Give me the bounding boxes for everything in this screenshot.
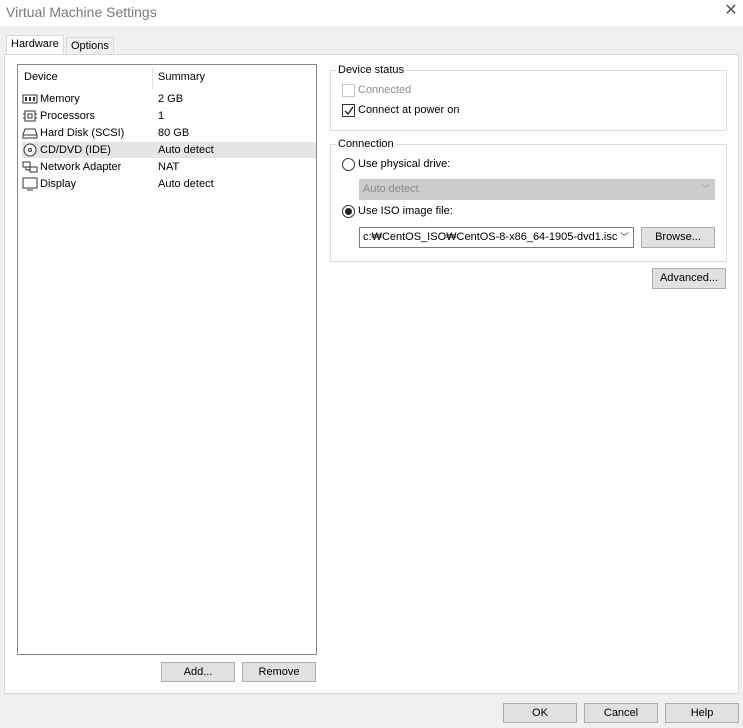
device-name: Network Adapter bbox=[40, 161, 122, 173]
device-name: CD/DVD (IDE) bbox=[40, 144, 111, 156]
tab-hardware[interactable]: Hardware bbox=[6, 35, 64, 55]
device-name: Memory bbox=[40, 93, 80, 105]
chevron-down-icon: ﹀ bbox=[700, 184, 710, 194]
cancel-button[interactable]: Cancel bbox=[584, 703, 658, 723]
table-row[interactable]: Processors bbox=[22, 108, 316, 124]
window-title: Virtual Machine Settings bbox=[6, 4, 157, 20]
network-adapter-icon bbox=[22, 160, 38, 174]
use-iso-image-label: Use ISO image file: bbox=[358, 205, 453, 217]
add-button[interactable]: Add... bbox=[161, 662, 235, 682]
device-summary: NAT bbox=[158, 161, 180, 173]
cd-dvd-icon bbox=[22, 143, 38, 157]
advanced-button[interactable]: Advanced... bbox=[652, 268, 726, 289]
device-name: Display bbox=[40, 178, 77, 190]
device-summary: Auto detect bbox=[158, 144, 214, 156]
connected-label: Connected bbox=[358, 84, 412, 96]
connected-checkbox[interactable] bbox=[342, 84, 355, 97]
ok-button[interactable]: OK bbox=[503, 703, 577, 723]
device-name: Processors bbox=[40, 110, 96, 122]
use-physical-drive-label: Use physical drive: bbox=[358, 158, 451, 170]
device-status-group bbox=[330, 70, 727, 131]
use-iso-image-radio[interactable] bbox=[342, 205, 355, 218]
connect-at-power-on-label: Connect at power on bbox=[358, 104, 460, 116]
use-physical-drive-radio[interactable] bbox=[342, 158, 355, 171]
iso-image-path-value: c:₩CentOS_ISO₩CentOS-8-x86_64-1905-dvd1.… bbox=[363, 231, 618, 243]
column-header-summary[interactable]: Summary bbox=[158, 71, 205, 85]
display-icon bbox=[22, 177, 38, 191]
checkmark-icon bbox=[344, 106, 354, 116]
device-summary: 80 GB bbox=[158, 127, 190, 139]
device-status-legend: Device status bbox=[336, 64, 407, 76]
close-icon[interactable]: ✕ bbox=[722, 2, 740, 20]
iso-image-path-combobox[interactable]: c:₩CentOS_ISO₩CentOS-8-x86_64-1905-dvd1.… bbox=[359, 227, 634, 248]
tab-options[interactable]: Options bbox=[66, 37, 114, 55]
column-header-device[interactable]: Device bbox=[24, 71, 58, 85]
remove-button[interactable]: Remove bbox=[242, 662, 316, 682]
memory-icon bbox=[22, 92, 38, 106]
browse-button[interactable]: Browse... bbox=[641, 227, 715, 248]
physical-drive-select: Auto detect ﹀ bbox=[359, 179, 715, 200]
device-summary: 1 bbox=[158, 110, 165, 122]
connect-at-power-on-checkbox[interactable] bbox=[342, 104, 355, 117]
column-divider bbox=[152, 67, 153, 89]
chevron-down-icon[interactable]: ﹀ bbox=[617, 228, 629, 247]
device-name: Hard Disk (SCSI) bbox=[40, 127, 125, 139]
connection-legend: Connection bbox=[336, 138, 396, 150]
device-summary: Auto detect bbox=[158, 178, 214, 190]
help-button[interactable]: Help bbox=[665, 703, 739, 723]
radio-selected-dot bbox=[345, 208, 352, 215]
hard-disk-icon bbox=[22, 126, 38, 140]
processor-icon bbox=[22, 109, 38, 123]
physical-drive-value: Auto detect bbox=[363, 183, 419, 195]
device-summary: 2 GB bbox=[158, 93, 184, 105]
